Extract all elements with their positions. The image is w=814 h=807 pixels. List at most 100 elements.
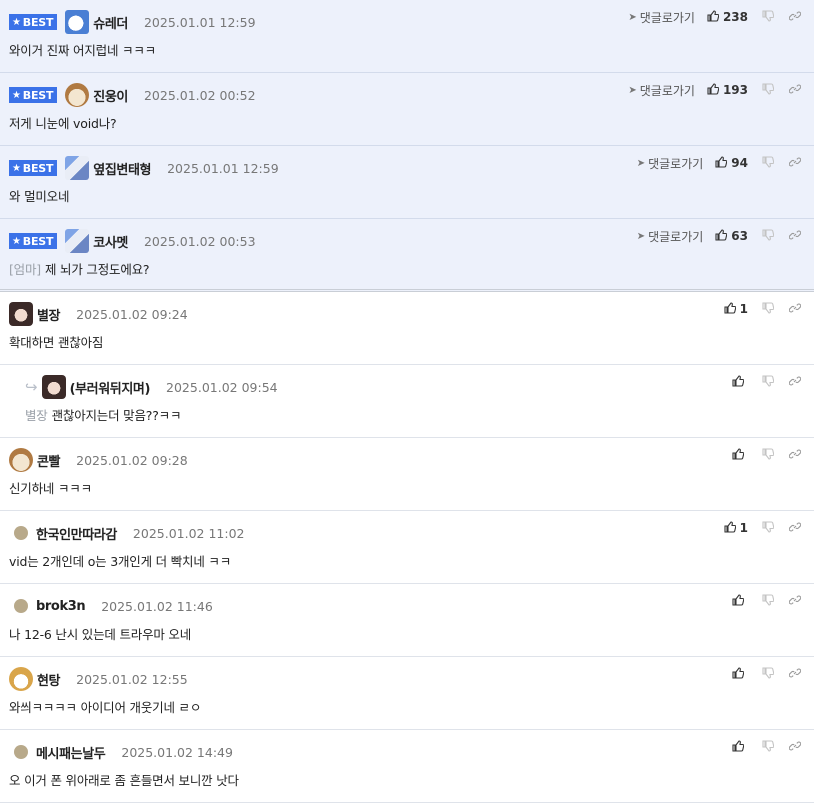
- timestamp: 2025.01.02 11:46: [101, 598, 213, 614]
- star-icon: ★: [12, 162, 21, 174]
- link-icon[interactable]: [788, 229, 802, 243]
- avatar[interactable]: [65, 229, 90, 253]
- comment-body: 와 멀미오네: [9, 189, 70, 204]
- upvote-button[interactable]: 1: [724, 302, 748, 316]
- best-label: BEST: [22, 234, 54, 248]
- avatar[interactable]: [9, 667, 33, 691]
- link-icon[interactable]: [788, 448, 802, 462]
- avatar[interactable]: [14, 599, 28, 613]
- avatar[interactable]: [65, 83, 90, 107]
- upvote-button[interactable]: [732, 740, 748, 754]
- upvote-button[interactable]: 1: [724, 521, 748, 535]
- timestamp: 2025.01.02 09:28: [76, 452, 188, 468]
- best-badge: ★ BEST: [9, 233, 58, 249]
- nickname[interactable]: brok3n: [36, 599, 86, 614]
- send-icon: ➤: [628, 11, 637, 23]
- link-icon[interactable]: [788, 156, 802, 170]
- comment-row: ★ BEST 코사멧 2025.01.02 00:53 [엄마] 제 뇌가 그정도에요? ➤…: [0, 219, 814, 292]
- comment-body: 와씌ㅋㅋㅋㅋ 아이디어 개웃기네 ㄹㅇ: [9, 700, 202, 715]
- timestamp: 2025.01.02 00:52: [143, 87, 256, 103]
- nickname[interactable]: 메시패는날두: [36, 743, 106, 762]
- thumbs-down-icon[interactable]: [762, 156, 775, 170]
- avatar[interactable]: [65, 10, 90, 34]
- mention-tag[interactable]: 별장: [25, 408, 48, 423]
- thumbs-down-icon[interactable]: [762, 740, 775, 754]
- upvote-button[interactable]: [732, 594, 748, 608]
- comment-text: 확대하면 괜찮아짐: [9, 332, 103, 351]
- nickname[interactable]: 한국인만따라감: [36, 524, 117, 543]
- timestamp: 2025.01.02 09:54: [166, 379, 278, 395]
- thumbs-down-icon[interactable]: [762, 667, 775, 681]
- link-icon[interactable]: [788, 83, 802, 97]
- link-icon[interactable]: [788, 10, 802, 24]
- avatar[interactable]: [14, 526, 28, 540]
- comment-body: 나 12-6 난시 있는데 트라우마 오네: [9, 627, 192, 642]
- avatar[interactable]: [14, 745, 28, 759]
- upvote-button[interactable]: 94: [715, 156, 748, 170]
- link-icon[interactable]: [788, 740, 802, 754]
- nickname[interactable]: 별장: [37, 305, 61, 324]
- upvote-button[interactable]: [732, 448, 748, 462]
- best-badge: ★ BEST: [9, 160, 58, 176]
- comment-header: ★ BEST 진웅이 2025.01.02 00:52: [9, 82, 256, 108]
- thumbs-down-icon[interactable]: [762, 83, 775, 97]
- upvote-button[interactable]: 63: [715, 229, 748, 243]
- thumbs-down-icon[interactable]: [762, 302, 775, 316]
- link-icon[interactable]: [788, 667, 802, 681]
- avatar[interactable]: [9, 302, 33, 326]
- thumbs-down-icon[interactable]: [762, 521, 775, 535]
- go-to-reply-button[interactable]: ➤ 댓글로가기: [628, 82, 695, 99]
- comment-row: ★ BEST 옆집변태형 2025.01.01 12:59 와 멀미오네 ➤ 댓글로가기 94: [0, 146, 814, 219]
- like-count: 94: [731, 156, 748, 170]
- thumbs-down-icon[interactable]: [762, 375, 775, 389]
- thumbs-down-icon[interactable]: [762, 10, 775, 24]
- go-to-reply-button[interactable]: ➤ 댓글로가기: [637, 155, 704, 172]
- best-label: BEST: [22, 15, 54, 29]
- comment-text: 저게 니눈에 void나?: [9, 113, 117, 132]
- link-icon[interactable]: [788, 594, 802, 608]
- mention-tag[interactable]: [엄마]: [9, 262, 41, 277]
- nickname[interactable]: 현탕: [37, 670, 61, 689]
- link-icon[interactable]: [788, 521, 802, 535]
- avatar[interactable]: [9, 448, 33, 472]
- timestamp: 2025.01.02 09:24: [76, 306, 188, 322]
- avatar[interactable]: [41, 375, 66, 399]
- comment-body: 제 뇌가 그정도에요?: [44, 262, 150, 277]
- nickname[interactable]: 슈레더: [93, 13, 128, 32]
- comment-body: 오 이거 폰 위아래로 좀 흔들면서 보니깐 낫다: [9, 773, 239, 788]
- comment-actions: [732, 593, 802, 609]
- thumbs-down-icon[interactable]: [762, 594, 775, 608]
- nickname[interactable]: 코사멧: [93, 232, 128, 251]
- like-count: 193: [722, 83, 748, 97]
- comment-actions: [732, 447, 802, 463]
- nickname[interactable]: 콘빨: [37, 451, 61, 470]
- go-to-reply-label: 댓글로가기: [639, 10, 695, 25]
- comment-row: 별장 2025.01.02 09:24 확대하면 괜찮아짐 1: [0, 292, 814, 365]
- thumbs-up-icon: [715, 229, 728, 243]
- timestamp: 2025.01.02 11:02: [132, 525, 245, 541]
- timestamp: 2025.01.02 00:53: [143, 233, 256, 249]
- go-to-reply-button[interactable]: ➤ 댓글로가기: [637, 228, 704, 245]
- upvote-button[interactable]: 238: [707, 10, 748, 24]
- thumbs-down-icon[interactable]: [762, 229, 775, 243]
- comment-body: vid는 2개인데 o는 3개인게 더 빡치네 ㅋㅋ: [9, 554, 231, 569]
- nickname[interactable]: 옆집변태형: [93, 159, 151, 178]
- thumbs-up-icon: [724, 521, 736, 535]
- send-icon: ➤: [628, 84, 637, 96]
- comment-row: 한국인만따라감 2025.01.02 11:02 vid는 2개인데 o는 3개인게…: [0, 511, 814, 584]
- nickname[interactable]: 진웅이: [93, 86, 128, 105]
- go-to-reply-button[interactable]: ➤ 댓글로가기: [628, 9, 695, 26]
- link-icon[interactable]: [788, 375, 802, 389]
- upvote-button[interactable]: [732, 667, 748, 681]
- send-icon: ➤: [636, 230, 646, 242]
- upvote-button[interactable]: 193: [707, 83, 748, 97]
- upvote-button[interactable]: [732, 375, 748, 389]
- nickname[interactable]: (부러워뒤지며): [70, 378, 151, 397]
- comment-text: 오 이거 폰 위아래로 좀 흔들면서 보니깐 낫다: [9, 770, 239, 789]
- thumbs-down-icon[interactable]: [762, 448, 775, 462]
- best-label: BEST: [22, 161, 54, 175]
- comment-header: 현탕 2025.01.02 12:55: [9, 666, 188, 692]
- link-icon[interactable]: [788, 302, 802, 316]
- avatar[interactable]: [65, 156, 90, 180]
- comment-actions: 1: [724, 520, 802, 536]
